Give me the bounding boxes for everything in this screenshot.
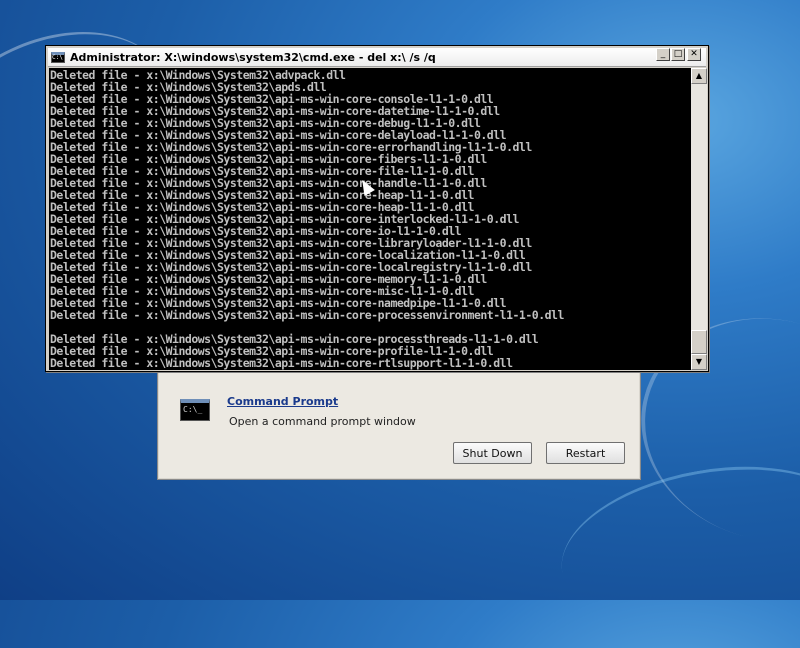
scrollbar-thumb[interactable] bbox=[691, 330, 707, 354]
console-line: Deleted file - x:\Windows\System32\api-m… bbox=[50, 260, 532, 274]
console-line: Deleted file - x:\Windows\System32\api-m… bbox=[50, 128, 507, 142]
cmd-window-icon[interactable]: C:\ bbox=[51, 51, 65, 63]
console-line: Deleted file - x:\Windows\System32\api-m… bbox=[50, 200, 474, 214]
console-line: Deleted file - x:\Windows\System32\api-m… bbox=[50, 344, 494, 358]
cmd-window: C:\ Administrator: X:\windows\system32\c… bbox=[45, 45, 709, 372]
console-line: Deleted file - x:\Windows\System32\api-m… bbox=[50, 116, 481, 130]
console-line: Deleted file - x:\Windows\System32\apds.… bbox=[50, 80, 327, 94]
console-line: Deleted file - x:\Windows\System32\api-m… bbox=[50, 92, 494, 106]
console-line: Deleted file - x:\Windows\System32\advpa… bbox=[50, 68, 346, 82]
cmd-title-bar[interactable]: C:\ Administrator: X:\windows\system32\c… bbox=[48, 48, 706, 67]
cmd-window-title: Administrator: X:\windows\system32\cmd.e… bbox=[70, 50, 436, 64]
console-line: Deleted file - x:\Windows\System32\api-m… bbox=[50, 248, 526, 262]
command-prompt-description: Open a command prompt window bbox=[229, 415, 416, 428]
console-line: Deleted file - x:\Windows\System32\api-m… bbox=[50, 356, 513, 370]
command-prompt-link[interactable]: Command Prompt bbox=[227, 395, 338, 408]
scroll-up-arrow-icon[interactable]: ▲ bbox=[691, 68, 707, 84]
vertical-scrollbar[interactable]: ▲ ▼ bbox=[691, 68, 707, 370]
maximize-button[interactable]: □ bbox=[671, 48, 685, 61]
console-line: Deleted file - x:\Windows\System32\api-m… bbox=[50, 104, 500, 118]
console-line: Deleted file - x:\Windows\System32\api-m… bbox=[50, 284, 474, 298]
shut-down-button[interactable]: Shut Down bbox=[453, 442, 532, 464]
scroll-down-arrow-icon[interactable]: ▼ bbox=[691, 354, 707, 370]
console-line: Deleted file - x:\Windows\System32\api-m… bbox=[50, 272, 487, 286]
console-line: Deleted file - x:\Windows\System32\api-m… bbox=[50, 224, 462, 238]
console-line: Deleted file - x:\Windows\System32\api-m… bbox=[50, 140, 532, 154]
close-button[interactable]: ✕ bbox=[687, 48, 701, 61]
console-line: Deleted file - x:\Windows\System32\api-m… bbox=[50, 164, 474, 178]
console-line: Deleted file - x:\Windows\System32\api-m… bbox=[50, 296, 507, 310]
console-line: Deleted file - x:\Windows\System32\api-m… bbox=[50, 308, 564, 322]
console-line: Deleted file - x:\Windows\System32\api-m… bbox=[50, 152, 487, 166]
console-line: Deleted file - x:\Windows\System32\api-m… bbox=[50, 236, 532, 250]
command-prompt-icon: C:\_ bbox=[180, 399, 210, 421]
console-line: Deleted file - x:\Windows\System32\api-m… bbox=[50, 332, 539, 346]
console-output[interactable]: Deleted file - x:\Windows\System32\advpa… bbox=[49, 68, 691, 370]
restart-button[interactable]: Restart bbox=[546, 442, 625, 464]
minimize-button[interactable]: _ bbox=[656, 48, 670, 61]
console-line: Deleted file - x:\Windows\System32\api-m… bbox=[50, 212, 519, 226]
